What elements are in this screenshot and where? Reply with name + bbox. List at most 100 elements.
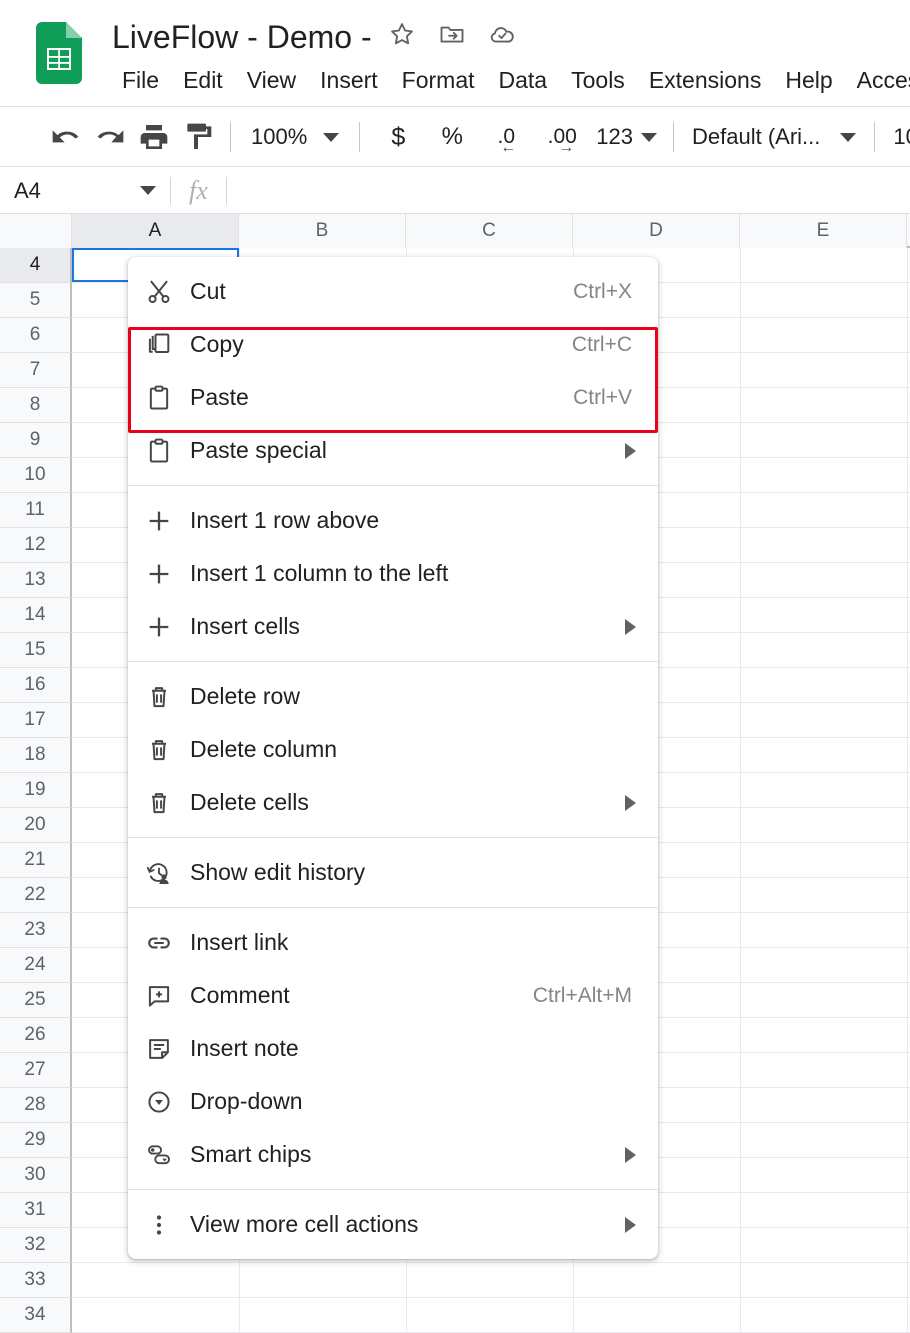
- menu-item-delete-cells[interactable]: Delete cells: [128, 776, 658, 829]
- comment-icon: [128, 982, 190, 1010]
- menu-item-label: Delete column: [190, 736, 338, 762]
- menu-item-paste-special[interactable]: Paste special: [128, 424, 658, 477]
- font-family-selector[interactable]: Default (Ari...: [684, 115, 864, 159]
- menu-item-delete-row[interactable]: Delete row: [128, 670, 658, 723]
- column-header-a[interactable]: A: [72, 214, 239, 248]
- menu-item-copy[interactable]: Copy Ctrl+C: [128, 318, 658, 371]
- cloud-saved-icon[interactable]: [488, 20, 516, 48]
- grid-line-vertical: [907, 248, 908, 1333]
- row-header-20[interactable]: 20: [0, 808, 72, 843]
- sheets-icon[interactable]: [36, 22, 82, 84]
- column-header-c[interactable]: C: [406, 214, 573, 248]
- row-header-17[interactable]: 17: [0, 703, 72, 738]
- row-header-16[interactable]: 16: [0, 668, 72, 703]
- column-header-e[interactable]: E: [740, 214, 907, 248]
- row-header-24[interactable]: 24: [0, 948, 72, 983]
- menu-accessibility[interactable]: Acces: [845, 60, 910, 100]
- cell-context-menu[interactable]: Cut Ctrl+X Copy Ctrl+C Paste Ctrl+V Paste spec…: [128, 257, 658, 1259]
- menu-item-insert-1-column-to-the-left[interactable]: Insert 1 column to the left: [128, 547, 658, 600]
- move-to-folder-icon[interactable]: [438, 20, 466, 48]
- menu-item-insert-cells[interactable]: Insert cells: [128, 600, 658, 653]
- paste-icon: [128, 384, 190, 412]
- menu-item-paste[interactable]: Paste Ctrl+V: [128, 371, 658, 424]
- plus-icon: [128, 507, 190, 535]
- row-header-11[interactable]: 11: [0, 493, 72, 528]
- font-size-value: 10: [893, 124, 910, 149]
- menu-item-view-more-cell-actions[interactable]: View more cell actions: [128, 1198, 658, 1251]
- row-header-19[interactable]: 19: [0, 773, 72, 808]
- row-header-27[interactable]: 27: [0, 1053, 72, 1088]
- row-header-29[interactable]: 29: [0, 1123, 72, 1158]
- menu-item-label: Show edit history: [190, 859, 366, 885]
- row-header-12[interactable]: 12: [0, 528, 72, 563]
- percent-format-button[interactable]: %: [430, 115, 474, 159]
- row-header-8[interactable]: 8: [0, 388, 72, 423]
- menu-item-label: Paste: [190, 384, 249, 410]
- row-header-18[interactable]: 18: [0, 738, 72, 773]
- menu-tools[interactable]: Tools: [559, 60, 637, 100]
- menu-item-insert-link[interactable]: Insert link: [128, 916, 658, 969]
- row-header-5[interactable]: 5: [0, 283, 72, 318]
- menu-extensions[interactable]: Extensions: [637, 60, 774, 100]
- menu-item-delete-column[interactable]: Delete column: [128, 723, 658, 776]
- submenu-arrow-icon: [625, 794, 636, 811]
- menu-item-label: Copy: [190, 331, 244, 357]
- row-header-7[interactable]: 7: [0, 353, 72, 388]
- row-header-14[interactable]: 14: [0, 598, 72, 633]
- row-header-34[interactable]: 34: [0, 1298, 72, 1333]
- print-button[interactable]: [132, 115, 176, 159]
- menu-item-label: Insert 1 column to the left: [190, 560, 449, 586]
- row-header-22[interactable]: 22: [0, 878, 72, 913]
- row-header-4[interactable]: 4: [0, 248, 72, 283]
- menu-item-comment[interactable]: Comment Ctrl+Alt+M: [128, 969, 658, 1022]
- paint-format-button[interactable]: [176, 115, 220, 159]
- row-header-28[interactable]: 28: [0, 1088, 72, 1123]
- increase-decimal-button[interactable]: .00 →: [540, 115, 584, 159]
- row-header-25[interactable]: 25: [0, 983, 72, 1018]
- menu-item-insert-note[interactable]: Insert note: [128, 1022, 658, 1075]
- row-header-23[interactable]: 23: [0, 913, 72, 948]
- menu-item-insert-1-row-above[interactable]: Insert 1 row above: [128, 494, 658, 547]
- zoom-value: 100%: [251, 124, 308, 149]
- menu-item-show-edit-history[interactable]: Show edit history: [128, 846, 658, 899]
- row-header-32[interactable]: 32: [0, 1228, 72, 1263]
- menu-item-shortcut: Ctrl+V: [573, 385, 632, 409]
- row-header-15[interactable]: 15: [0, 633, 72, 668]
- redo-button[interactable]: [88, 115, 132, 159]
- row-header-13[interactable]: 13: [0, 563, 72, 598]
- row-header-33[interactable]: 33: [0, 1263, 72, 1298]
- menu-item-label: Delete cells: [190, 789, 309, 815]
- font-size-selector[interactable]: 10: [885, 115, 910, 159]
- decrease-decimal-button[interactable]: .0 ←: [484, 115, 528, 159]
- row-header-9[interactable]: 9: [0, 423, 72, 458]
- more-formats-button[interactable]: 123: [590, 115, 663, 159]
- currency-format-button[interactable]: $: [376, 115, 420, 159]
- zoom-selector[interactable]: 100%: [241, 115, 349, 159]
- column-header-d[interactable]: D: [573, 214, 740, 248]
- row-header-10[interactable]: 10: [0, 458, 72, 493]
- row-header-26[interactable]: 26: [0, 1018, 72, 1053]
- formula-input[interactable]: [227, 167, 910, 214]
- menu-insert[interactable]: Insert: [308, 60, 390, 100]
- row-header-30[interactable]: 30: [0, 1158, 72, 1193]
- menu-file[interactable]: File: [112, 60, 171, 100]
- menu-data[interactable]: Data: [487, 60, 560, 100]
- menu-format[interactable]: Format: [390, 60, 487, 100]
- paste-special-icon: [128, 437, 190, 465]
- document-title[interactable]: LiveFlow - Demo -: [112, 14, 372, 60]
- select-all-corner[interactable]: [0, 214, 72, 248]
- menu-view[interactable]: View: [235, 60, 308, 100]
- undo-button[interactable]: [44, 115, 88, 159]
- row-header-6[interactable]: 6: [0, 318, 72, 353]
- star-icon[interactable]: [388, 20, 416, 48]
- menu-item-drop-down[interactable]: Drop-down: [128, 1075, 658, 1128]
- grid-line-horizontal: [72, 1297, 910, 1298]
- row-header-21[interactable]: 21: [0, 843, 72, 878]
- row-header-31[interactable]: 31: [0, 1193, 72, 1228]
- menu-edit[interactable]: Edit: [171, 60, 235, 100]
- name-box[interactable]: A4: [0, 167, 170, 214]
- column-header-b[interactable]: B: [239, 214, 406, 248]
- menu-item-smart-chips[interactable]: Smart chips: [128, 1128, 658, 1181]
- menu-help[interactable]: Help: [773, 60, 844, 100]
- menu-item-cut[interactable]: Cut Ctrl+X: [128, 265, 658, 318]
